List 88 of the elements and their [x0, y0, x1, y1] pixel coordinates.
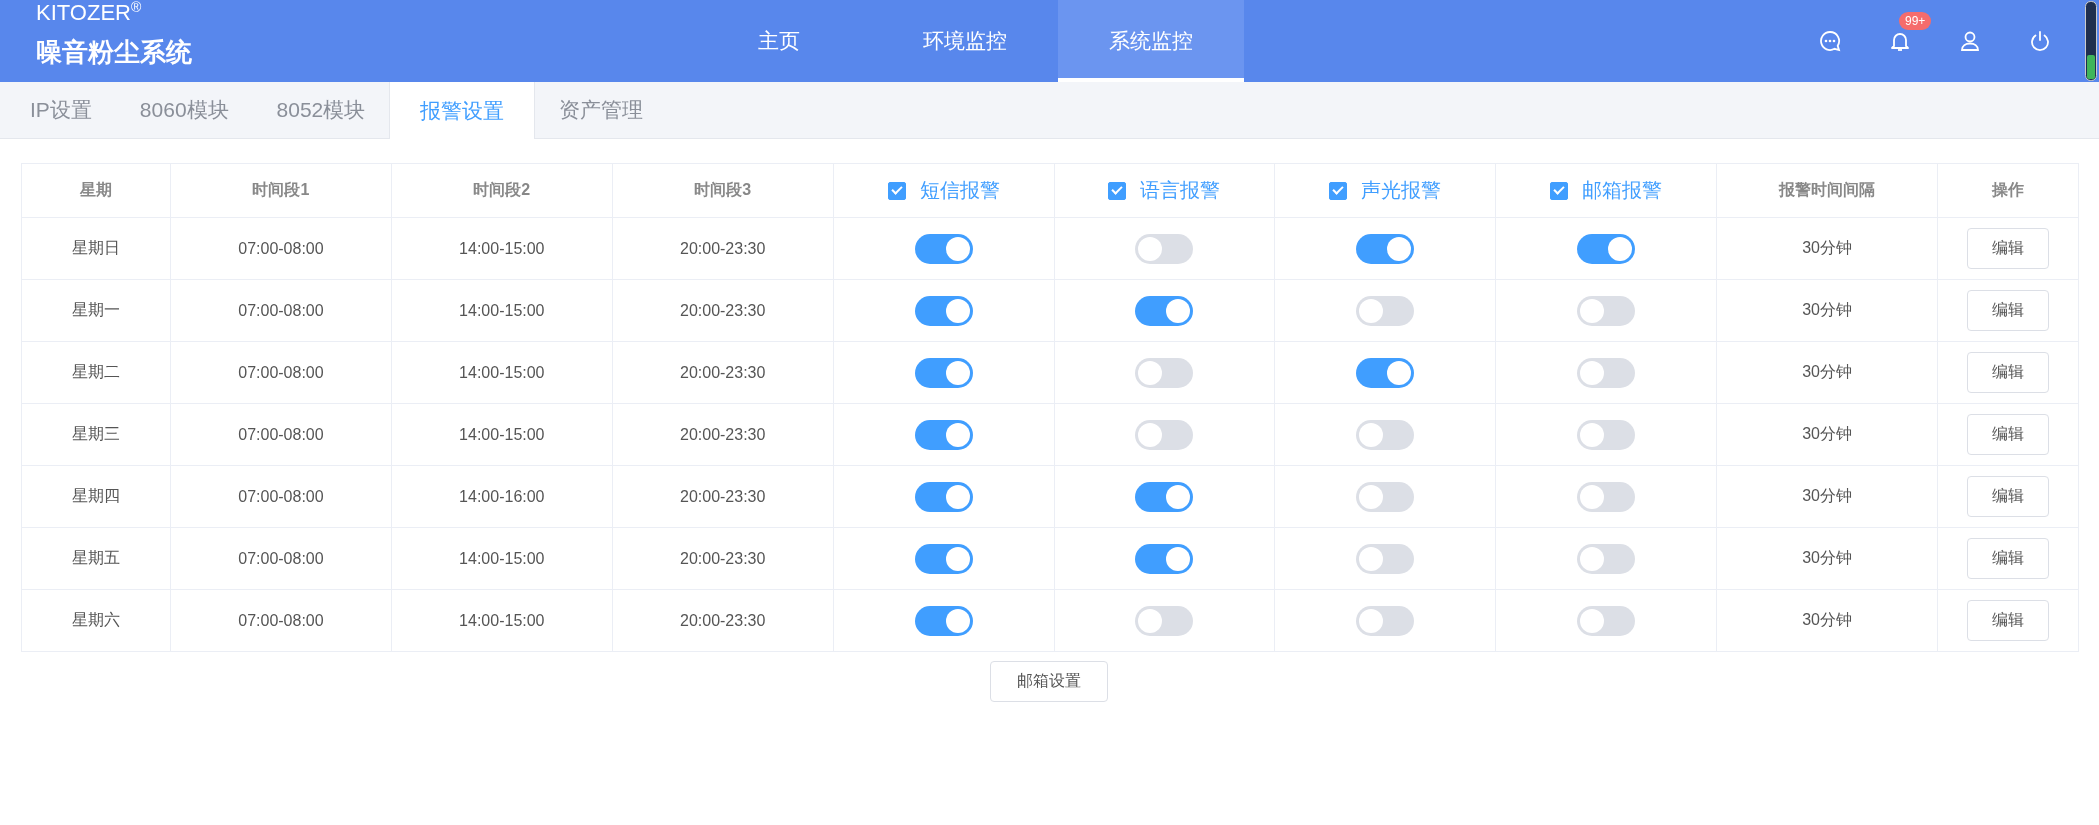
- edit-button[interactable]: 编辑: [1967, 476, 2049, 517]
- toggle-switch[interactable]: [914, 419, 973, 450]
- edit-button[interactable]: 编辑: [1967, 228, 2049, 269]
- table-cell: 30分钟: [1716, 279, 1938, 342]
- edit-button[interactable]: 编辑: [1967, 290, 2049, 331]
- toggle-switch[interactable]: [1356, 419, 1415, 450]
- toggle-switch[interactable]: [914, 233, 973, 264]
- toggle-switch[interactable]: [914, 357, 973, 388]
- toggle-switch[interactable]: [1577, 295, 1636, 326]
- toggle-switch[interactable]: [1135, 233, 1194, 264]
- table-cell: 30分钟: [1716, 403, 1938, 466]
- column-header: 声光报警: [1361, 178, 1442, 203]
- table-cell: 30分钟: [1716, 341, 1938, 404]
- table-cell: 07:00-08:00: [170, 279, 392, 342]
- table-cell: 14:00-15:00: [391, 279, 613, 342]
- brand-name: KITOZER$^{®}$: [36, 0, 143, 25]
- table-cell: 星期二: [22, 341, 171, 404]
- toggle-switch[interactable]: [1577, 605, 1636, 636]
- table-cell: 07:00-08:00: [170, 217, 392, 280]
- toggle-switch[interactable]: [1356, 357, 1415, 388]
- email-settings-button[interactable]: 邮箱设置: [989, 661, 1108, 702]
- table-cell: 07:00-08:00: [170, 341, 392, 404]
- table-cell: 14:00-15:00: [391, 527, 613, 590]
- table-cell: 星期六: [22, 589, 171, 651]
- toggle-switch[interactable]: [1356, 295, 1415, 326]
- checkbox[interactable]: [1329, 181, 1348, 200]
- edit-button[interactable]: 编辑: [1967, 600, 2049, 641]
- checkbox[interactable]: [1108, 181, 1127, 200]
- table-cell: 14:00-16:00: [391, 465, 613, 528]
- column-header: 报警时间间隔: [1716, 164, 1938, 218]
- table-cell: 20:00-23:30: [612, 465, 834, 528]
- toggle-switch[interactable]: [914, 543, 973, 574]
- toggle-switch[interactable]: [914, 481, 973, 512]
- toggle-switch[interactable]: [1356, 605, 1415, 636]
- column-header: 时间段1: [170, 164, 392, 218]
- column-header: 短信报警: [919, 178, 1000, 203]
- user-icon[interactable]: [1959, 30, 1981, 52]
- system-title: 噪音粉尘系统: [36, 36, 193, 70]
- toggle-switch[interactable]: [1577, 543, 1636, 574]
- toggle-switch[interactable]: [1356, 481, 1415, 512]
- column-header: 时间段3: [612, 164, 834, 218]
- column-header: 操作: [1937, 164, 2078, 218]
- column-header: 语言报警: [1140, 178, 1221, 203]
- table-cell: 30分钟: [1716, 465, 1938, 528]
- edit-button[interactable]: 编辑: [1967, 414, 2049, 455]
- table-cell: 30分钟: [1716, 527, 1938, 590]
- toggle-switch[interactable]: [1135, 481, 1194, 512]
- table-cell: 星期一: [22, 279, 171, 342]
- table-cell: 07:00-08:00: [170, 403, 392, 466]
- table-cell: 星期日: [22, 217, 171, 280]
- toggle-switch[interactable]: [1135, 419, 1194, 450]
- edit-button[interactable]: 编辑: [1967, 538, 2049, 579]
- toggle-switch[interactable]: [1135, 295, 1194, 326]
- toggle-switch[interactable]: [1577, 357, 1636, 388]
- checkbox[interactable]: [1550, 181, 1569, 200]
- column-header: 星期: [22, 164, 171, 218]
- toggle-switch[interactable]: [1135, 605, 1194, 636]
- table-cell: 20:00-23:30: [612, 527, 834, 590]
- notification-badge: 99+: [1899, 12, 1932, 30]
- toggle-switch[interactable]: [914, 605, 973, 636]
- power-icon[interactable]: [2029, 30, 2051, 52]
- table-cell: 20:00-23:30: [612, 217, 834, 280]
- table-cell: 20:00-23:30: [612, 403, 834, 466]
- table-cell: 星期三: [22, 403, 171, 466]
- toggle-switch[interactable]: [1135, 357, 1194, 388]
- table-cell: 星期五: [22, 527, 171, 590]
- bell-icon[interactable]: [1889, 30, 1911, 52]
- column-header: 时间段2: [391, 164, 613, 218]
- table-cell: 20:00-23:30: [612, 341, 834, 404]
- toggle-switch[interactable]: [914, 295, 973, 326]
- table-cell: 30分钟: [1716, 217, 1938, 280]
- toggle-switch[interactable]: [1577, 233, 1636, 264]
- table-cell: 14:00-15:00: [391, 217, 613, 280]
- toggle-switch[interactable]: [1135, 543, 1194, 574]
- toggle-switch[interactable]: [1356, 233, 1415, 264]
- table-cell: 14:00-15:00: [391, 403, 613, 466]
- toggle-switch[interactable]: [1356, 543, 1415, 574]
- table-cell: 07:00-08:00: [170, 527, 392, 590]
- table-cell: 14:00-15:00: [391, 341, 613, 404]
- edit-button[interactable]: 编辑: [1967, 352, 2049, 393]
- table-cell: 星期四: [22, 465, 171, 528]
- toggle-switch[interactable]: [1577, 419, 1636, 450]
- checkbox[interactable]: [887, 181, 906, 200]
- table-cell: 20:00-23:30: [612, 279, 834, 342]
- column-header: 邮箱报警: [1582, 178, 1663, 203]
- chat-icon[interactable]: [1819, 30, 1841, 52]
- toggle-switch[interactable]: [1577, 481, 1636, 512]
- table-cell: 07:00-08:00: [170, 465, 392, 528]
